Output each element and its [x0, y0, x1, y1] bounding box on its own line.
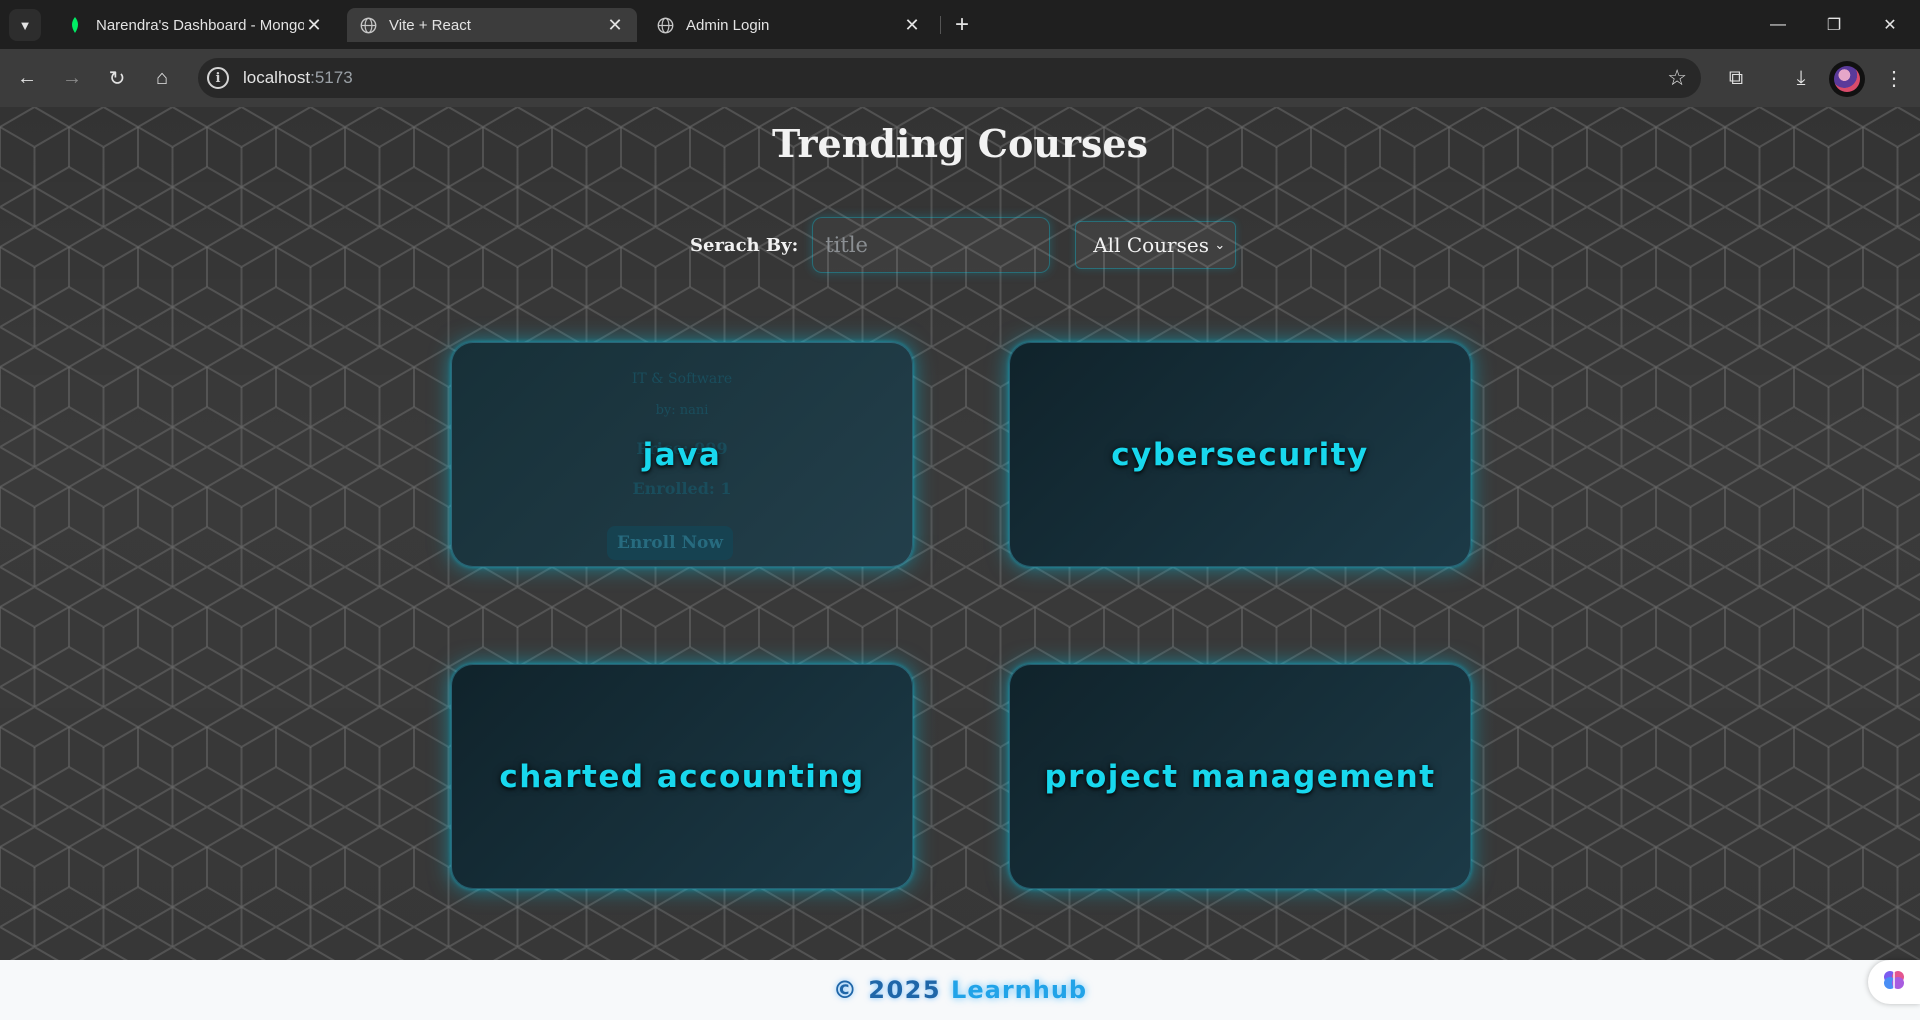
search-bar: Serach By: All Courses ⌄: [690, 217, 1237, 273]
course-card-charted-accounting[interactable]: charted accounting: [451, 664, 913, 889]
tab-admin-login[interactable]: Admin Login ✕: [644, 8, 934, 42]
minimize-icon: —: [1770, 15, 1786, 33]
course-author: by: nani: [655, 403, 709, 418]
course-filter-select[interactable]: All Courses ⌄: [1075, 221, 1237, 269]
chevron-down-icon: ▼: [18, 17, 32, 33]
brain-icon: [1882, 969, 1906, 996]
course-name: cybersecurity: [1111, 436, 1369, 473]
course-card-cybersecurity[interactable]: cybersecurity: [1009, 342, 1471, 567]
globe-icon: [359, 16, 377, 34]
download-icon: ⤓: [1796, 66, 1806, 89]
restore-icon: ❐: [1826, 16, 1842, 34]
reload-button[interactable]: ↻: [101, 62, 133, 94]
tab-strip: ▼ Narendra's Dashboard - MongoDB ✕ Vite …: [0, 0, 1920, 49]
close-window-button[interactable]: ✕: [1862, 0, 1918, 49]
kebab-menu-icon: ⋮: [1884, 67, 1904, 90]
profile-avatar[interactable]: [1829, 61, 1865, 97]
tab-title: Narendra's Dashboard - MongoDB: [96, 16, 304, 34]
mongodb-leaf-icon: [66, 16, 84, 34]
reload-icon: ↻: [108, 67, 126, 90]
assistant-button[interactable]: [1868, 960, 1920, 1004]
search-label: Serach By:: [690, 234, 799, 256]
close-icon[interactable]: ✕: [605, 15, 625, 35]
url-host: localhost: [243, 68, 311, 87]
globe-icon: [656, 16, 674, 34]
tab-title: Vite + React: [389, 16, 471, 34]
course-enrolled: Enrolled: 1: [632, 479, 732, 498]
arrow-right-icon: →: [62, 66, 82, 89]
arrow-left-icon: ←: [17, 66, 37, 89]
tab-vite-react[interactable]: Vite + React ✕: [347, 8, 637, 42]
home-button[interactable]: ⌂: [146, 62, 178, 94]
course-card-project-management[interactable]: project management: [1009, 664, 1471, 889]
course-name: charted accounting: [499, 758, 865, 795]
select-value: All Courses: [1093, 233, 1209, 257]
search-input[interactable]: [812, 217, 1051, 273]
site-info-icon[interactable]: i: [207, 67, 229, 89]
forward-button[interactable]: →: [56, 62, 88, 94]
footer-copyright: © 2025: [832, 976, 942, 1004]
close-icon[interactable]: ✕: [902, 15, 922, 35]
url-port: :5173: [310, 68, 353, 87]
course-name: java: [642, 436, 722, 473]
address-bar[interactable]: i localhost:5173 ☆: [198, 58, 1701, 98]
avatar-image: [1834, 66, 1860, 92]
back-button[interactable]: ←: [11, 62, 43, 94]
tab-separator: [940, 16, 941, 34]
close-icon: ✕: [1883, 16, 1897, 34]
tab-search-button[interactable]: ▼: [9, 9, 41, 41]
course-name: project management: [1044, 758, 1436, 795]
minimize-button[interactable]: —: [1750, 0, 1806, 49]
browser-toolbar: ← → ↻ ⌂ i localhost:5173 ☆ ⧉ ⤓ ⋮: [0, 49, 1920, 107]
footer-brand-link[interactable]: Learnhub: [951, 976, 1087, 1004]
enroll-button[interactable]: Enroll Now: [607, 526, 733, 560]
extensions-button[interactable]: ⧉: [1720, 62, 1752, 94]
tab-mongodb[interactable]: Narendra's Dashboard - MongoDB ✕: [54, 8, 336, 42]
browser-menu-button[interactable]: ⋮: [1878, 62, 1910, 94]
chevron-down-icon: ⌄: [1214, 237, 1226, 253]
bookmark-star-icon[interactable]: ☆: [1667, 65, 1687, 91]
home-icon: ⌂: [155, 66, 169, 89]
close-icon[interactable]: ✕: [304, 15, 324, 35]
courses-page: Trending Courses Serach By: All Courses …: [0, 107, 1920, 960]
new-tab-button[interactable]: +: [946, 9, 978, 41]
page-title: Trending Courses: [772, 121, 1148, 166]
puzzle-icon: ⧉: [1728, 66, 1744, 89]
course-card-java[interactable]: IT & Software by: nani Price: 999 Enroll…: [451, 342, 913, 567]
footer: © 2025 Learnhub: [0, 960, 1920, 1020]
downloads-button[interactable]: ⤓: [1785, 62, 1817, 94]
url-text: localhost:5173: [243, 68, 353, 88]
restore-button[interactable]: ❐: [1806, 0, 1862, 49]
plus-icon: +: [954, 11, 969, 38]
course-category: IT & Software: [631, 371, 733, 387]
tab-title: Admin Login: [686, 16, 770, 34]
